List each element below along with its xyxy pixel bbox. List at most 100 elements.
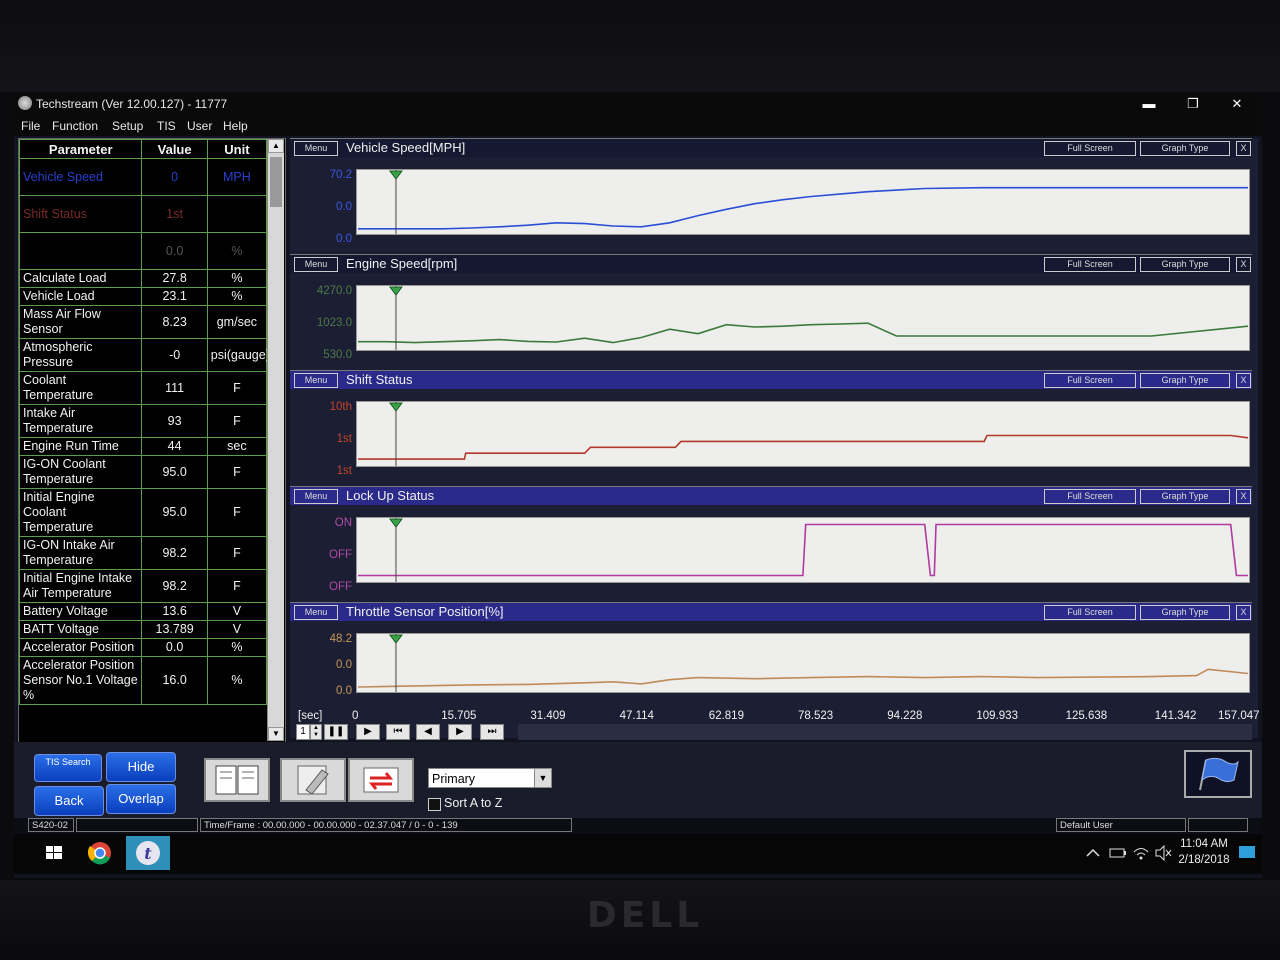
overlap-button[interactable]: Overlap: [106, 784, 176, 814]
techstream-taskbar-icon[interactable]: t: [126, 836, 170, 870]
snapshot-icon[interactable]: [280, 758, 346, 802]
y-label-min: OFF: [329, 581, 352, 593]
taskbar-time[interactable]: 11:04 AM: [1176, 838, 1232, 850]
shift-status-plot[interactable]: [356, 401, 1250, 467]
flag-icon[interactable]: [1184, 750, 1252, 798]
primary-dropdown[interactable]: Primary ▼: [428, 768, 552, 788]
lock-up-status-plot[interactable]: [356, 517, 1250, 583]
wifi-icon[interactable]: [1130, 836, 1152, 870]
cursor-marker-icon[interactable]: [388, 402, 403, 412]
column-header-parameter[interactable]: Parameter: [18, 139, 143, 159]
sort-checkbox-label[interactable]: Sort A to Z: [444, 796, 502, 810]
cursor-marker-icon[interactable]: [388, 286, 403, 296]
full-screen-button[interactable]: Full Screen: [1044, 141, 1136, 156]
menu-help[interactable]: Help: [223, 119, 248, 133]
scroll-thumb[interactable]: [270, 157, 282, 207]
table-row[interactable]: Intake Air Temperature 93 F: [18, 404, 268, 438]
speed-stepper-icon[interactable]: ▲ ▼: [310, 724, 322, 740]
graph-type-button[interactable]: Graph Type: [1140, 257, 1230, 272]
minimize-button[interactable]: ▬: [1134, 94, 1164, 114]
first-frame-icon[interactable]: ⏮: [386, 724, 410, 740]
menu-setup[interactable]: Setup: [112, 119, 143, 133]
status-bar: S420-02 Time/Frame : 00.00.000 - 00.00.0…: [14, 818, 1262, 834]
play-icon[interactable]: ▶: [356, 724, 380, 740]
scroll-down-arrow-icon[interactable]: ▼: [268, 727, 284, 741]
last-frame-icon[interactable]: ⏭: [480, 724, 504, 740]
throttle-position-plot[interactable]: [356, 633, 1250, 693]
graph-close-button[interactable]: X: [1236, 605, 1251, 620]
status-code: S420-02: [28, 818, 74, 832]
close-button[interactable]: ✕: [1222, 94, 1252, 114]
show-hidden-icons-icon[interactable]: [1082, 836, 1104, 870]
full-screen-button[interactable]: Full Screen: [1044, 257, 1136, 272]
scroll-up-arrow-icon[interactable]: ▲: [268, 139, 284, 153]
graph-menu-button[interactable]: Menu: [294, 141, 338, 156]
table-row[interactable]: Engine Run Time 44 sec: [18, 437, 268, 456]
graph-menu-button[interactable]: Menu: [294, 257, 338, 272]
table-row[interactable]: Accelerator Position 0.0 %: [18, 638, 268, 657]
volume-mute-icon[interactable]: [1152, 836, 1174, 870]
hide-button[interactable]: Hide: [106, 752, 176, 782]
refresh-icon[interactable]: [348, 758, 414, 802]
table-row[interactable]: Atmospheric Pressure -0 psi(gauge): [18, 338, 270, 372]
pause-icon[interactable]: ❚❚: [324, 724, 348, 740]
sort-checkbox[interactable]: [428, 798, 441, 811]
engine-speed-plot[interactable]: [356, 285, 1250, 351]
graph-type-button[interactable]: Graph Type: [1140, 605, 1230, 620]
menu-tis[interactable]: TIS: [157, 119, 176, 133]
taskbar-date[interactable]: 2/18/2018: [1176, 854, 1232, 866]
graph-close-button[interactable]: X: [1236, 257, 1251, 272]
table-row[interactable]: Accelerator Position Sensor No.1 Voltage…: [18, 656, 268, 705]
back-button[interactable]: Back: [34, 786, 104, 816]
full-screen-button[interactable]: Full Screen: [1044, 605, 1136, 620]
full-screen-button[interactable]: Full Screen: [1044, 373, 1136, 388]
vehicle-speed-plot[interactable]: [356, 169, 1250, 235]
parameter-scrollbar[interactable]: ▲ ▼: [267, 139, 284, 741]
x-tick-label: 0: [352, 710, 359, 722]
table-row-graphed[interactable]: Vehicle Speed 0 MPH: [18, 158, 268, 196]
graph-close-button[interactable]: X: [1236, 489, 1251, 504]
cursor-marker-icon[interactable]: [388, 170, 403, 180]
table-row[interactable]: Coolant Temperature 111 F: [18, 371, 268, 405]
table-row[interactable]: IG-ON Coolant Temperature 95.0 F: [18, 455, 268, 489]
cursor-marker-icon[interactable]: [388, 518, 403, 528]
menu-user[interactable]: User: [187, 119, 212, 133]
table-row[interactable]: IG-ON Intake Air Temperature 98.2 F: [18, 536, 268, 570]
timeline-scrollbar[interactable]: [518, 724, 1252, 740]
chevron-down-icon[interactable]: ▼: [534, 769, 551, 787]
graph-menu-button[interactable]: Menu: [294, 373, 338, 388]
column-header-value[interactable]: Value: [141, 139, 208, 159]
next-frame-icon[interactable]: ▶: [448, 724, 472, 740]
windows-start-icon[interactable]: [32, 836, 76, 870]
playback-speed[interactable]: 1: [296, 724, 310, 740]
menu-function[interactable]: Function: [52, 119, 98, 133]
tis-search-button[interactable]: TIS Search: [34, 754, 102, 782]
graph-type-button[interactable]: Graph Type: [1140, 489, 1230, 504]
table-row[interactable]: BATT Voltage 13.789 V: [18, 620, 268, 639]
chrome-icon[interactable]: [78, 836, 122, 870]
table-row[interactable]: Initial Engine Intake Air Temperature 98…: [18, 569, 268, 603]
notification-icon[interactable]: [1236, 836, 1258, 870]
maximize-button[interactable]: ❐: [1178, 94, 1208, 114]
graph-close-button[interactable]: X: [1236, 141, 1251, 156]
table-row-graphed[interactable]: Shift Status 1st: [18, 195, 268, 233]
table-row[interactable]: Vehicle Load 23.1 %: [18, 287, 268, 306]
table-row[interactable]: Initial Engine Coolant Temperature 95.0 …: [18, 488, 268, 537]
graph-menu-button[interactable]: Menu: [294, 489, 338, 504]
prev-frame-icon[interactable]: ◀: [416, 724, 440, 740]
column-header-unit[interactable]: Unit: [206, 139, 268, 159]
table-row[interactable]: Mass Air Flow Sensor 8.23 gm/sec: [18, 305, 268, 339]
table-row[interactable]: Calculate Load 27.8 %: [18, 269, 268, 288]
power-icon[interactable]: [1106, 836, 1130, 870]
table-row[interactable]: Battery Voltage 13.6 V: [18, 602, 268, 621]
graph-close-button[interactable]: X: [1236, 373, 1251, 388]
data-list-icon[interactable]: [204, 758, 270, 802]
table-row-graphed[interactable]: 0.0 %: [18, 232, 268, 270]
graph-menu-button[interactable]: Menu: [294, 605, 338, 620]
full-screen-button[interactable]: Full Screen: [1044, 489, 1136, 504]
menu-file[interactable]: File: [21, 119, 40, 133]
graph-type-button[interactable]: Graph Type: [1140, 373, 1230, 388]
y-label-max: 70.2: [329, 169, 352, 181]
graph-type-button[interactable]: Graph Type: [1140, 141, 1230, 156]
cursor-marker-icon[interactable]: [388, 634, 403, 644]
